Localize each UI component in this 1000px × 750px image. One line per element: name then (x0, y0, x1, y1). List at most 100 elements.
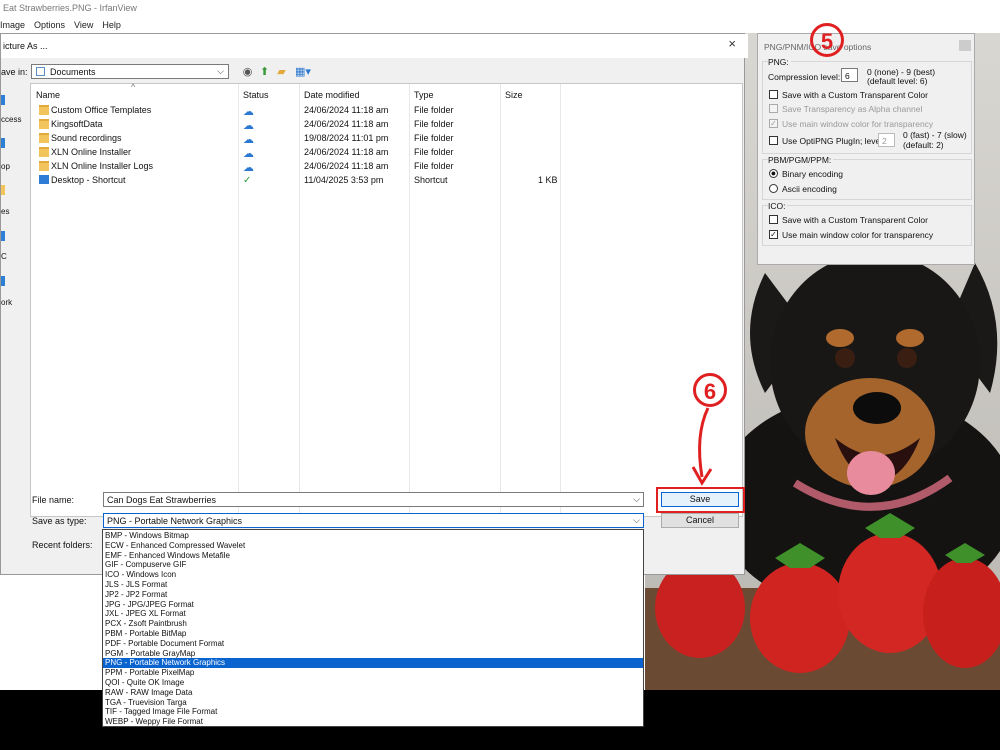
file-type-option[interactable]: BMP - Windows Bitmap (103, 531, 643, 541)
main-window-color-checkbox[interactable]: ✓ (769, 119, 778, 128)
file-type-option[interactable]: JXL - JPEG XL Format (103, 609, 643, 619)
optipng-value: 2 (882, 136, 887, 146)
alpha-channel-checkbox[interactable] (769, 104, 778, 113)
new-folder-icon[interactable]: ▰ (275, 65, 288, 78)
dialog-title: icture As ... (1, 34, 748, 58)
optipng-checkbox[interactable] (769, 136, 778, 145)
compression-input[interactable]: 6 (841, 68, 858, 82)
file-date: 24/06/2024 11:18 am (304, 147, 389, 157)
places-libraries[interactable]: es (1, 207, 29, 216)
column-header-date[interactable]: Date modified (304, 90, 360, 100)
places-bar: ccess op es C ork (1, 58, 29, 488)
file-row[interactable]: KingsoftData ☁ 24/06/2024 11:18 am File … (35, 118, 585, 132)
file-type-option[interactable]: PPM - Portable PixelMap (103, 668, 643, 678)
ico-main-window-color-checkbox[interactable]: ✓ (769, 230, 778, 239)
file-name-value: Can Dogs Eat Strawberries (107, 495, 217, 505)
main-window-color-label: Use main window color for transparency (782, 119, 934, 129)
save-in-value: Documents (50, 67, 96, 77)
close-icon[interactable]: × (728, 36, 736, 51)
step-5-badge: 5 (810, 23, 844, 57)
file-type-option[interactable]: QOI - Quite OK Image (103, 678, 643, 688)
file-type-option[interactable]: PGM - Portable GrayMap (103, 649, 643, 659)
file-type-option[interactable]: GIF - Compuserve GIF (103, 560, 643, 570)
chevron-down-icon[interactable]: ⌵ (633, 515, 640, 526)
folder-icon (39, 161, 49, 171)
file-type-option[interactable]: JP2 - JP2 Format (103, 590, 643, 600)
menu-view[interactable]: View (74, 17, 93, 33)
file-name-input[interactable]: Can Dogs Eat Strawberries ⌵ (103, 492, 644, 507)
close-icon[interactable] (959, 40, 971, 51)
file-type-option[interactable]: JLS - JLS Format (103, 580, 643, 590)
optipng-default: (default: 2) (903, 140, 944, 150)
save-as-type-value: PNG - Portable Network Graphics (107, 516, 243, 526)
menu-image[interactable]: Image (0, 17, 25, 33)
menu-help[interactable]: Help (102, 17, 121, 33)
file-type-option[interactable]: PDF - Portable Document Format (103, 639, 643, 649)
file-type-option[interactable]: ECW - Enhanced Compressed Wavelet (103, 541, 643, 551)
file-row[interactable]: Custom Office Templates ☁ 24/06/2024 11:… (35, 104, 585, 118)
file-type-option[interactable]: ICO - Windows Icon (103, 570, 643, 580)
file-type: File folder (414, 105, 454, 115)
desktop-icon[interactable] (1, 138, 5, 148)
view-menu-icon[interactable]: ▦▾ (293, 65, 313, 78)
quick-access-icon[interactable] (1, 95, 5, 105)
file-row[interactable]: XLN Online Installer Logs ☁ 24/06/2024 1… (35, 160, 585, 174)
file-type-option[interactable]: RAW - RAW Image Data (103, 688, 643, 698)
save-in-select[interactable]: Documents ⌵ (31, 64, 229, 79)
network-icon[interactable] (1, 276, 5, 286)
file-date: 24/06/2024 11:18 am (304, 105, 389, 115)
ico-custom-transparent-checkbox[interactable] (769, 215, 778, 224)
up-folder-icon[interactable]: ⬆ (258, 65, 271, 78)
custom-transparent-label: Save with a Custom Transparent Color (782, 90, 928, 100)
file-row[interactable]: XLN Online Installer ☁ 24/06/2024 11:18 … (35, 146, 585, 160)
folder-icon (39, 105, 49, 115)
file-type-option[interactable]: WEBP - Weppy File Format (103, 717, 643, 727)
file-name: Sound recordings (51, 133, 122, 143)
column-header-size[interactable]: Size (505, 90, 523, 100)
menu-bar: Image Options View Help (0, 17, 1000, 33)
this-pc-icon[interactable] (1, 231, 5, 241)
save-as-type-list: BMP - Windows Bitmap ECW - Enhanced Compr… (102, 529, 644, 727)
file-date: 24/06/2024 11:18 am (304, 119, 389, 129)
ico-group-label: ICO: (768, 201, 788, 211)
save-as-type-select[interactable]: PNG - Portable Network Graphics ⌵ (103, 513, 644, 528)
binary-encoding-radio[interactable]: ● (769, 169, 778, 178)
column-header-type[interactable]: Type (414, 90, 434, 100)
places-quick-access[interactable]: ccess (1, 115, 29, 124)
file-type-option[interactable]: TIF - Tagged Image File Format (103, 707, 643, 717)
png-options-panel: PNG/PNM/ICO save options PNG: Compressio… (757, 33, 975, 265)
ascii-encoding-radio[interactable] (769, 184, 778, 193)
file-type-option[interactable]: EMF - Enhanced Windows Metafile (103, 551, 643, 561)
file-date: 24/06/2024 11:18 am (304, 161, 389, 171)
column-header-name[interactable]: Name (36, 90, 60, 100)
menu-options[interactable]: Options (34, 17, 65, 33)
step-6-badge: 6 (693, 373, 727, 407)
file-type-option[interactable]: PNG - Portable Network Graphics (103, 658, 643, 669)
save-button-highlight (656, 487, 745, 513)
file-size: 1 KB (538, 175, 558, 185)
file-type-option[interactable]: PBM - Portable BitMap (103, 629, 643, 639)
column-header-status[interactable]: Status (243, 90, 269, 100)
chevron-down-icon[interactable]: ⌵ (633, 494, 640, 505)
libraries-icon[interactable] (1, 185, 5, 195)
back-icon[interactable]: ◉ (241, 65, 254, 78)
custom-transparent-checkbox[interactable] (769, 90, 778, 99)
places-network[interactable]: ork (1, 298, 29, 307)
file-row[interactable]: Sound recordings ☁ 19/08/2024 11:01 pm F… (35, 132, 585, 146)
file-row[interactable]: Desktop - Shortcut ✓ 11/04/2025 3:53 pm … (35, 174, 585, 188)
alpha-channel-label: Save Transparency as Alpha channel (782, 104, 923, 114)
places-this-pc[interactable]: C (1, 252, 29, 261)
file-type-option[interactable]: JPG - JPG/JPEG Format (103, 600, 643, 610)
places-desktop[interactable]: op (1, 162, 29, 171)
cancel-button[interactable]: Cancel (661, 513, 739, 528)
arrow-to-save-icon (691, 407, 713, 486)
optipng-input[interactable]: 2 (878, 133, 895, 147)
file-name: Custom Office Templates (51, 105, 152, 115)
file-type-option[interactable]: PCX - Zsoft Paintbrush (103, 619, 643, 629)
file-date: 11/04/2025 3:53 pm (304, 175, 384, 185)
optipng-label: Use OptiPNG PlugIn; level (782, 136, 883, 146)
file-type-option[interactable]: TGA - Truevision Targa (103, 698, 643, 708)
compression-default: (default level: 6) (867, 76, 928, 86)
save-as-type-label: Save as type: (32, 516, 87, 526)
folder-icon (39, 119, 49, 129)
